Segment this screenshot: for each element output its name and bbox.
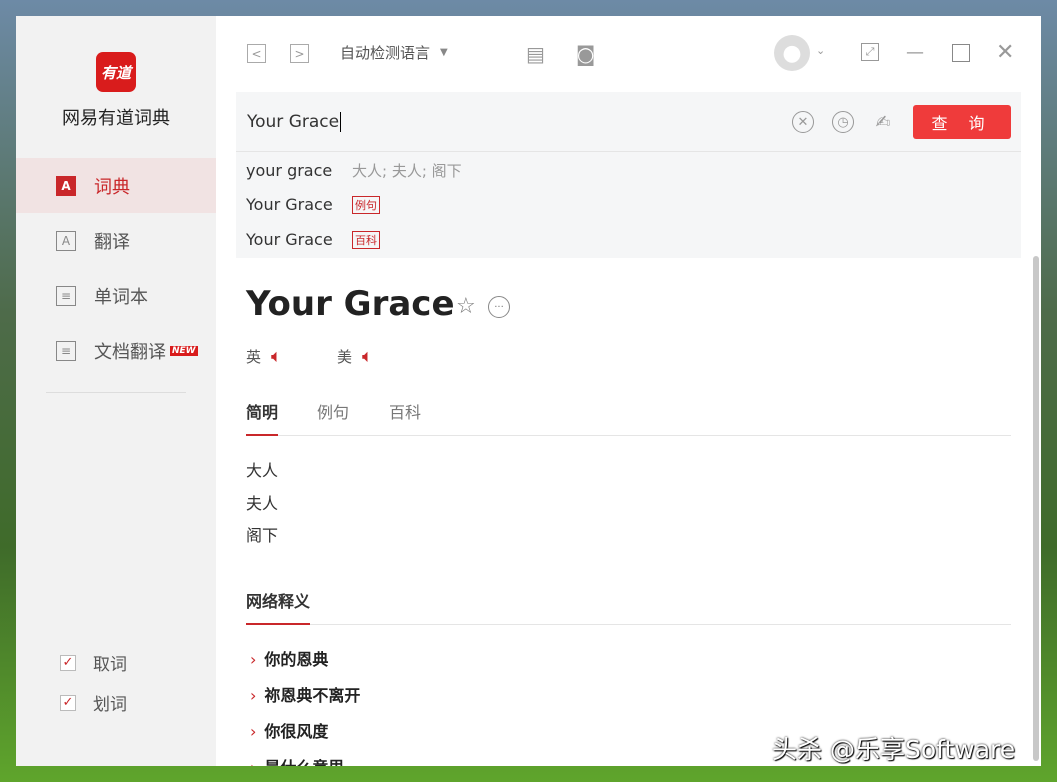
document-icon: ≡	[56, 340, 76, 361]
entry-tabs: 简明 例句 百科	[246, 399, 1011, 436]
check-icon: ✓	[60, 694, 76, 711]
main-panel: < > 自动检测语言 ▼ ▤ ◙ ● ⌄ ⤢ — ✕ Your Grace ✕ ◷…	[216, 16, 1041, 766]
scrollbar[interactable]	[1033, 256, 1039, 761]
web-definition-item[interactable]: › 你很风度	[250, 718, 328, 742]
language-select[interactable]: 自动检测语言 ▼	[340, 42, 448, 63]
app-name: 网易有道词典	[62, 108, 170, 129]
mini-mode-icon[interactable]: ⤢	[861, 43, 879, 61]
web-definition-item[interactable]: › 祢恩典不离开	[250, 682, 360, 706]
chevron-right-icon: ›	[250, 722, 257, 741]
avatar[interactable]: ●	[774, 35, 810, 71]
checkbox-label: 取词	[93, 655, 127, 675]
web-definition-item[interactable]: › 你的恩典	[250, 646, 328, 670]
more-icon[interactable]: ···	[488, 296, 510, 318]
search-input[interactable]: Your Grace	[247, 112, 342, 132]
sidebar-item-translate[interactable]: A 翻译	[16, 213, 216, 268]
tab-encyclopedia[interactable]: 百科	[389, 399, 421, 436]
suggestions-list: your grace 大人; 夫人; 阁下 Your Grace 例句 Your G…	[236, 152, 1021, 258]
us-label: 美	[337, 348, 353, 366]
sidebar: 有道 网易有道词典 A 词典 A 翻译 ≡ 单词本 ≡ 文档翻译 NEW ✓ 取词 ✓ 划词	[16, 16, 216, 766]
sidebar-item-label: 单词本	[94, 286, 148, 308]
web-definition-text: 是什么意思	[264, 758, 344, 766]
suggestion-word: your grace	[246, 161, 333, 180]
checkbox-capture-word[interactable]: ✓ 取词	[60, 650, 127, 675]
check-icon: ✓	[60, 654, 76, 671]
forward-button[interactable]: >	[290, 44, 309, 63]
web-definition-text: 你很风度	[264, 722, 329, 741]
us-pronunciation[interactable]: 美 🔈︎	[337, 346, 373, 367]
star-icon[interactable]: ☆	[456, 294, 476, 319]
checkbox-select-word[interactable]: ✓ 划词	[60, 690, 127, 715]
dictionary-icon: A	[56, 175, 76, 196]
minimize-button[interactable]: —	[906, 42, 924, 63]
sidebar-item-label: 词典	[94, 176, 130, 198]
suggestion-tag: 例句	[352, 195, 380, 214]
chevron-right-icon: ›	[250, 686, 257, 705]
close-button[interactable]: ✕	[996, 40, 1014, 65]
checkbox-label: 划词	[93, 695, 127, 715]
web-definitions-header: 网络释义	[246, 588, 1011, 625]
tab-concise[interactable]: 简明	[246, 399, 279, 436]
sidebar-item-dictionary[interactable]: A 词典	[16, 158, 216, 213]
definition: 夫人	[246, 494, 279, 513]
caret-down-icon: ▼	[440, 47, 448, 58]
app-logo: 有道	[96, 52, 136, 92]
uk-pronunciation[interactable]: 英 🔈︎	[246, 346, 282, 367]
sidebar-item-label: 文档翻译	[94, 341, 166, 363]
sidebar-item-wordbook[interactable]: ≡ 单词本	[16, 268, 216, 323]
clear-icon[interactable]: ✕	[792, 111, 814, 133]
sidebar-item-label: 翻译	[94, 231, 130, 253]
suggestion-word: Your Grace	[246, 230, 333, 249]
search-button[interactable]: 查 询	[913, 105, 1011, 139]
suggestion-item[interactable]: Your Grace 百科	[246, 230, 380, 249]
suggestion-item[interactable]: your grace 大人; 夫人; 阁下	[246, 160, 462, 181]
sidebar-item-doc-translate[interactable]: ≡ 文档翻译 NEW	[16, 323, 216, 378]
speaker-icon[interactable]: 🔈︎	[271, 346, 282, 367]
watermark: 头杀 @乐享Software	[772, 735, 1016, 764]
definition: 阁下	[246, 526, 279, 545]
app-window: 有道 网易有道词典 A 词典 A 翻译 ≡ 单词本 ≡ 文档翻译 NEW ✓ 取词 ✓ 划词 …	[16, 16, 1041, 766]
divider	[46, 392, 186, 393]
web-definition-text: 祢恩典不离开	[264, 686, 361, 705]
section-title: 网络释义	[246, 588, 311, 625]
chevron-right-icon: ›	[250, 650, 257, 669]
tab-examples[interactable]: 例句	[317, 399, 349, 436]
uk-label: 英	[246, 348, 262, 366]
chevron-right-icon: ›	[250, 758, 256, 766]
web-definition-text: 你的恩典	[264, 650, 329, 669]
maximize-button[interactable]	[952, 44, 970, 62]
history-icon[interactable]: ◷	[832, 111, 854, 133]
new-badge: NEW	[170, 345, 198, 356]
handwriting-icon[interactable]: ✍	[872, 111, 894, 133]
suggestion-word: Your Grace	[246, 195, 333, 214]
speaker-icon[interactable]: 🔈︎	[362, 346, 373, 367]
definition: 大人	[246, 461, 279, 480]
suggestion-item[interactable]: Your Grace 例句	[246, 195, 380, 214]
language-label: 自动检测语言	[340, 44, 431, 62]
screenshot-icon[interactable]: ◙	[576, 42, 595, 66]
suggestion-meaning: 大人; 夫人; 阁下	[352, 162, 462, 180]
suggestion-tag: 百科	[352, 230, 380, 249]
chevron-down-icon[interactable]: ⌄	[816, 44, 825, 57]
entry-word: Your Grace	[246, 284, 455, 324]
document-icon[interactable]: ▤	[526, 42, 545, 66]
web-definition-item[interactable]: › 是什么意思	[250, 754, 344, 766]
wordbook-icon: ≡	[56, 285, 76, 306]
back-button[interactable]: <	[247, 44, 266, 63]
search-bar: Your Grace ✕ ◷ ✍ 查 询	[236, 92, 1021, 152]
translate-icon: A	[56, 230, 76, 251]
